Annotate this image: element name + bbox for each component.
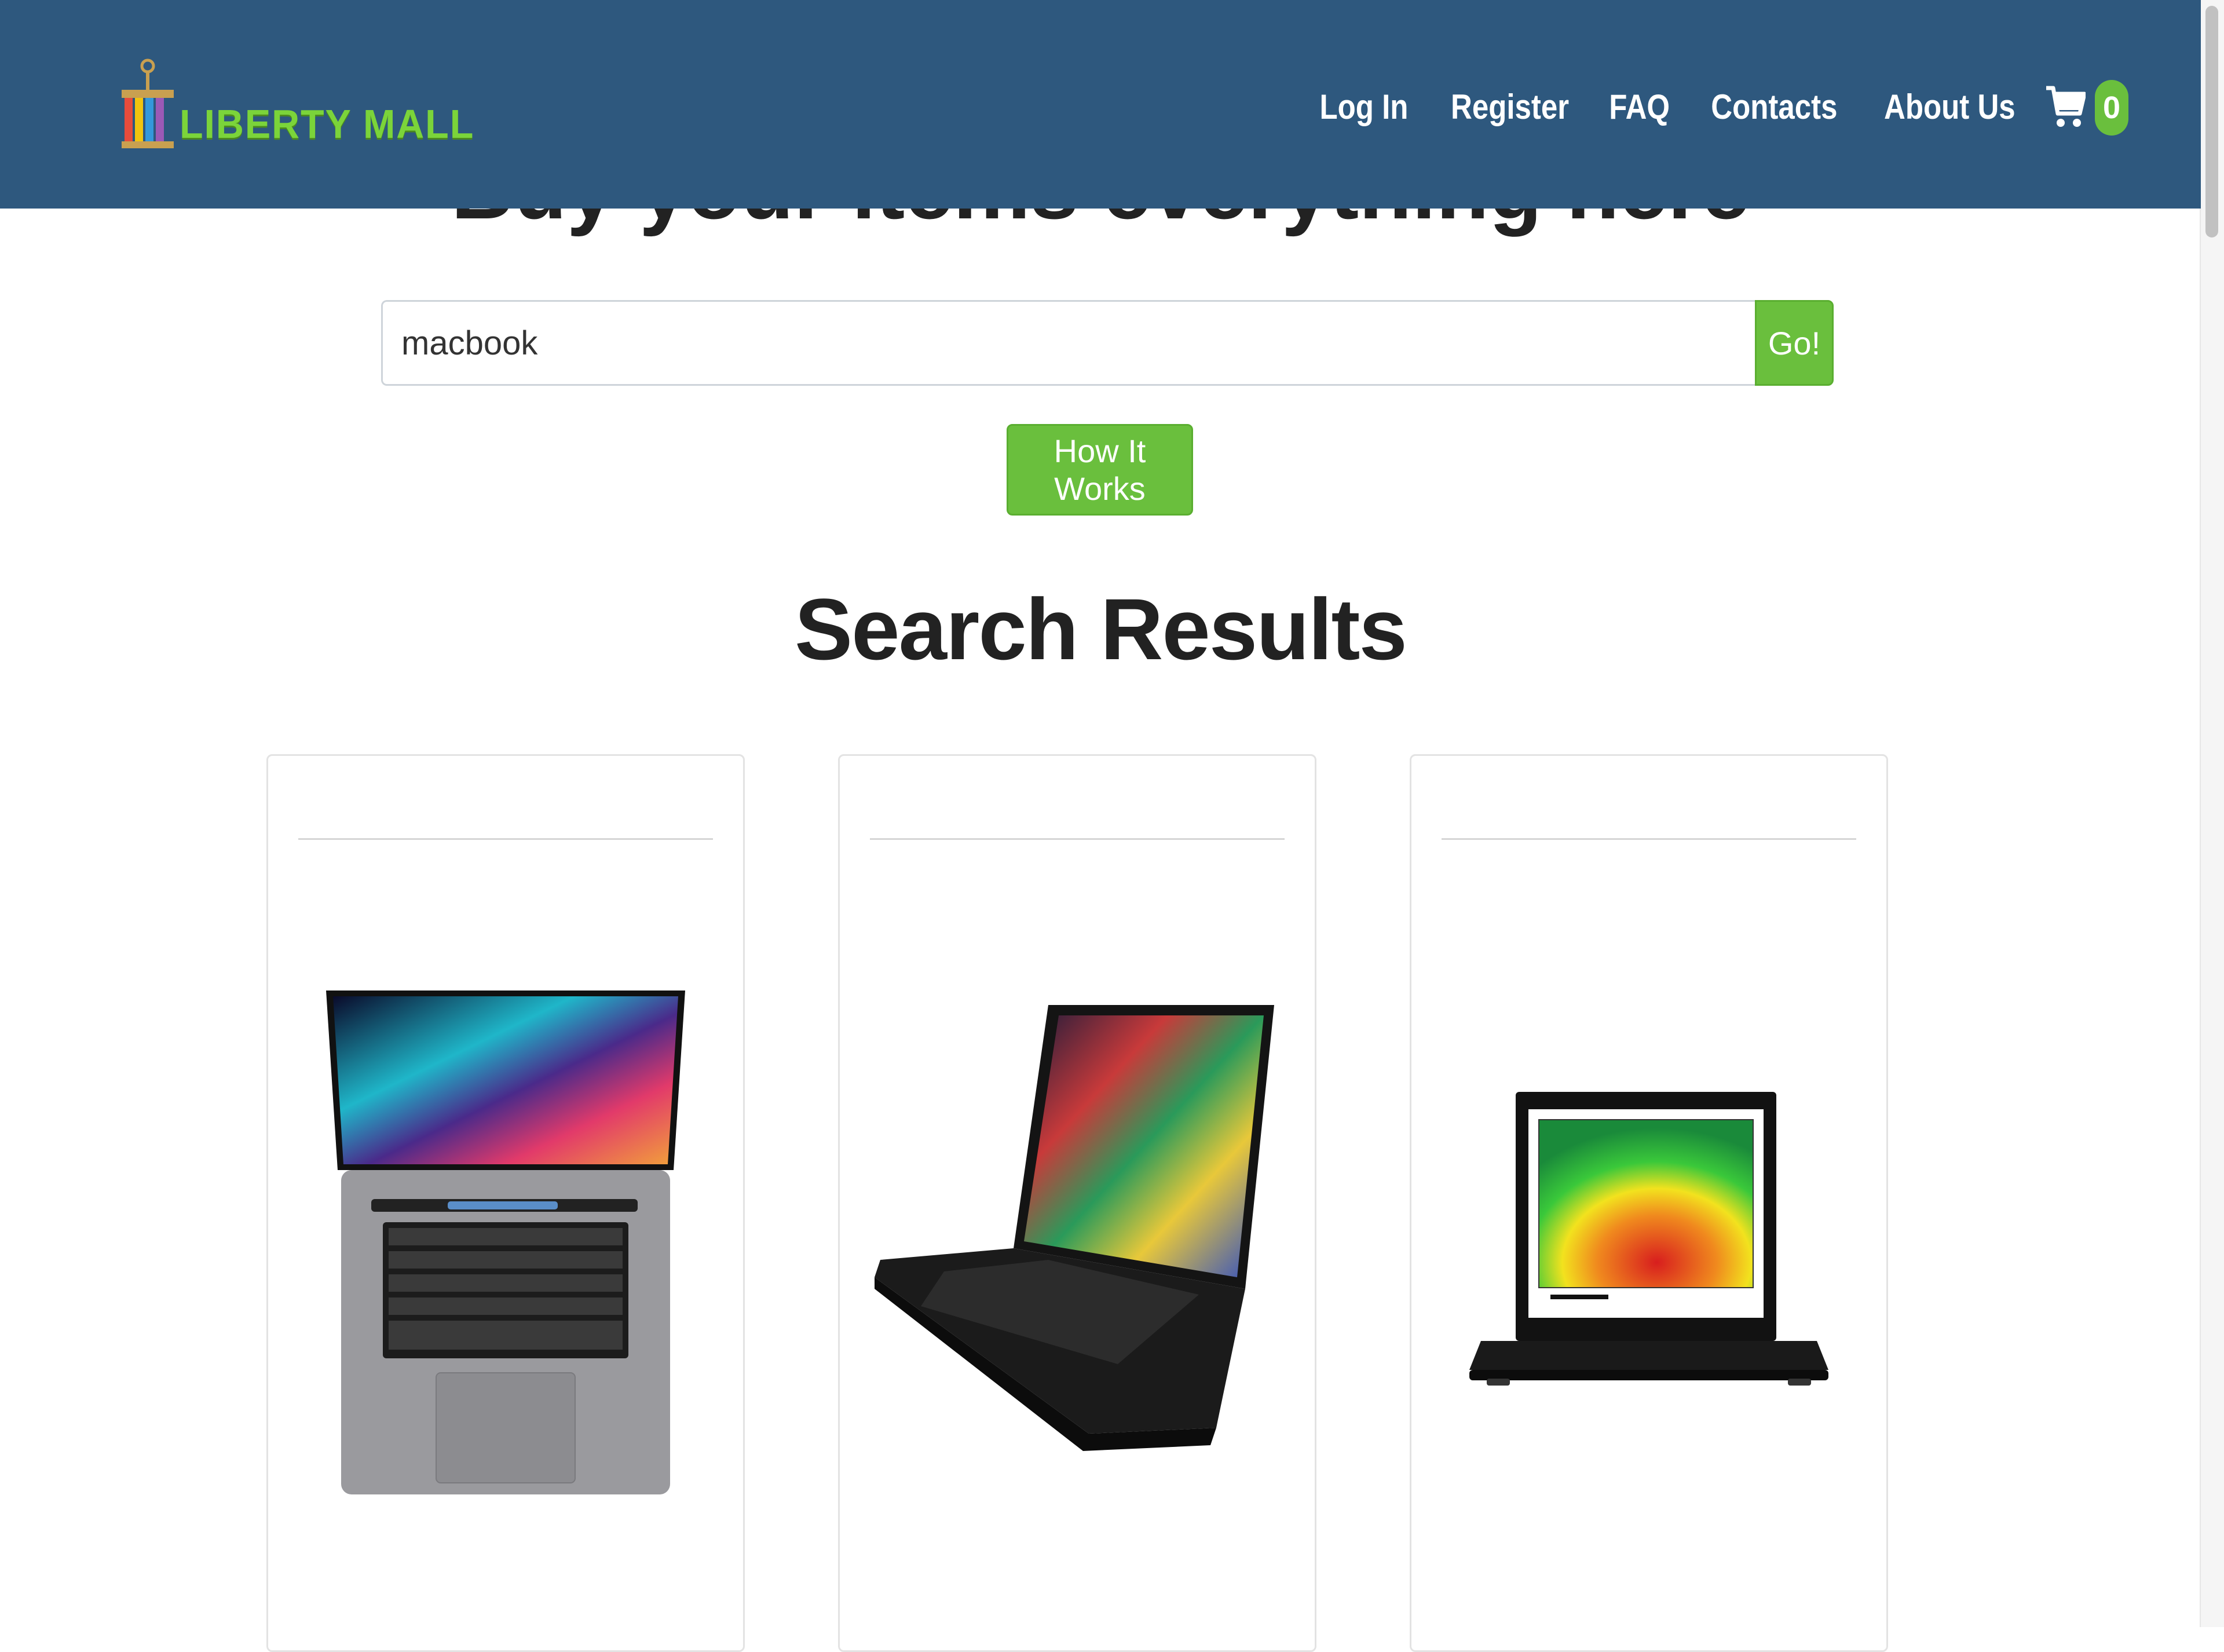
nav-login-link[interactable]: Log In: [1320, 87, 1409, 127]
search-input[interactable]: [381, 300, 1755, 386]
cart-count-badge: 0: [2095, 80, 2128, 136]
cart-icon: [2046, 86, 2086, 127]
basket-logo-icon: [122, 59, 174, 148]
cart-button[interactable]: 0: [2045, 80, 2128, 136]
search-go-button[interactable]: Go!: [1755, 300, 1834, 386]
scrollbar-thumb[interactable]: [2205, 6, 2218, 237]
nav-register-link[interactable]: Register: [1451, 87, 1569, 127]
logo-text: LIBERTY MALL: [180, 101, 475, 147]
product-card[interactable]: [838, 754, 1316, 1652]
card-divider: [298, 838, 713, 840]
product-card[interactable]: [266, 754, 745, 1652]
nav-contacts-link[interactable]: Contacts: [1711, 87, 1837, 127]
nav-links: Log In Register FAQ Contacts About Us: [1312, 87, 2027, 127]
card-divider: [1442, 838, 1856, 840]
site-logo[interactable]: LIBERTY MALL: [119, 58, 473, 151]
nav-faq-link[interactable]: FAQ: [1610, 87, 1670, 127]
search-bar: Go!: [381, 300, 1834, 386]
laptop-black-thinkpad-front-image: [1469, 1092, 1828, 1386]
product-card[interactable]: [1410, 754, 1888, 1652]
laptop-silver-macbook-image: [326, 991, 685, 1494]
page-scrollbar[interactable]: [2200, 0, 2224, 1627]
how-it-works-button[interactable]: How It Works: [1007, 424, 1193, 516]
nav-about-link[interactable]: About Us: [1884, 87, 2016, 127]
card-divider: [870, 838, 1285, 840]
laptop-black-thinkpad-angled-image: [875, 1005, 1274, 1451]
search-results-title: Search Results: [795, 580, 1407, 678]
navbar: LIBERTY MALL Log In Register FAQ Contact…: [0, 0, 2201, 209]
